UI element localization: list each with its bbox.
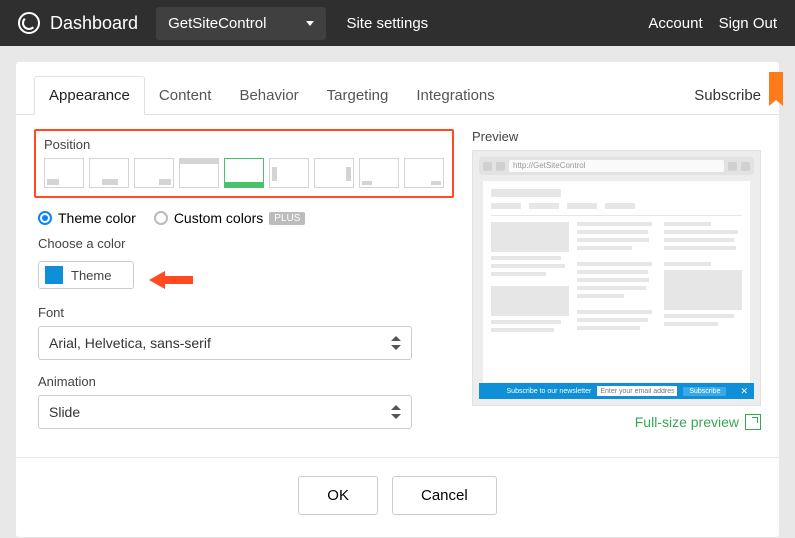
full-size-preview-link[interactable]: Full-size preview [472,414,761,430]
nav-back-icon [483,162,492,171]
cancel-button[interactable]: Cancel [392,476,497,515]
tab-integrations[interactable]: Integrations [402,77,508,114]
tab-behavior[interactable]: Behavior [225,77,312,114]
position-option-8[interactable] [359,158,399,188]
nav-reload-icon [728,162,737,171]
position-option-9[interactable] [404,158,444,188]
bar-text: Subscribe to our newsletter [507,388,592,395]
position-option-7[interactable] [314,158,354,188]
select-arrows-icon [391,405,401,419]
bar-subscribe-button: Subscribe [683,387,726,396]
brand-title: Dashboard [50,13,138,34]
expand-icon [745,414,761,430]
animation-value: Slide [49,404,80,420]
ok-button[interactable]: OK [298,476,378,515]
sign-out-link[interactable]: Sign Out [719,15,777,32]
caret-down-icon [306,21,314,26]
theme-color-button[interactable]: Theme [38,261,134,289]
pointer-arrow-icon [149,269,193,291]
account-link[interactable]: Account [648,15,702,32]
position-option-1[interactable] [44,158,84,188]
full-size-label: Full-size preview [635,414,739,430]
theme-button-label: Theme [71,268,111,283]
preview-label: Preview [472,129,761,144]
position-option-2[interactable] [89,158,129,188]
color-swatch-icon [45,266,63,284]
subscribe-link[interactable]: Subscribe [694,87,761,104]
position-section: Position [34,129,454,198]
logo-icon [18,12,40,34]
mock-page [483,181,750,383]
select-arrows-icon [391,336,401,350]
position-option-3[interactable] [134,158,174,188]
plus-badge: PLUS [269,212,305,225]
position-option-5[interactable] [224,158,264,188]
tab-appearance[interactable]: Appearance [34,76,145,115]
preview-pane: http://GetSiteControl [472,150,761,406]
animation-select[interactable]: Slide [38,395,412,429]
theme-color-radio[interactable]: Theme color [38,210,136,226]
font-select[interactable]: Arial, Helvetica, sans-serif [38,326,412,360]
site-selector-label: GetSiteControl [168,15,266,32]
font-value: Arial, Helvetica, sans-serif [49,335,211,351]
bar-email-input [597,386,677,396]
custom-colors-label: Custom colors [174,210,263,226]
tab-targeting[interactable]: Targeting [313,77,403,114]
animation-label: Animation [38,374,454,389]
site-settings-link[interactable]: Site settings [346,15,428,32]
radio-on-icon [38,211,52,225]
position-label: Position [44,137,444,152]
custom-colors-radio[interactable]: Custom colors PLUS [154,210,306,226]
radio-off-icon [154,211,168,225]
nav-menu-icon [741,162,750,171]
preview-url: http://GetSiteControl [509,160,724,172]
choose-color-label: Choose a color [38,236,454,251]
font-label: Font [38,305,454,320]
site-selector[interactable]: GetSiteControl [156,7,326,40]
theme-color-label: Theme color [58,210,136,226]
nav-fwd-icon [496,162,505,171]
bar-close-icon: ✕ [740,386,748,397]
tab-content[interactable]: Content [145,77,226,114]
position-option-4[interactable] [179,158,219,188]
preview-widget-bar: Subscribe to our newsletter Subscribe ✕ [479,383,754,399]
position-option-6[interactable] [269,158,309,188]
